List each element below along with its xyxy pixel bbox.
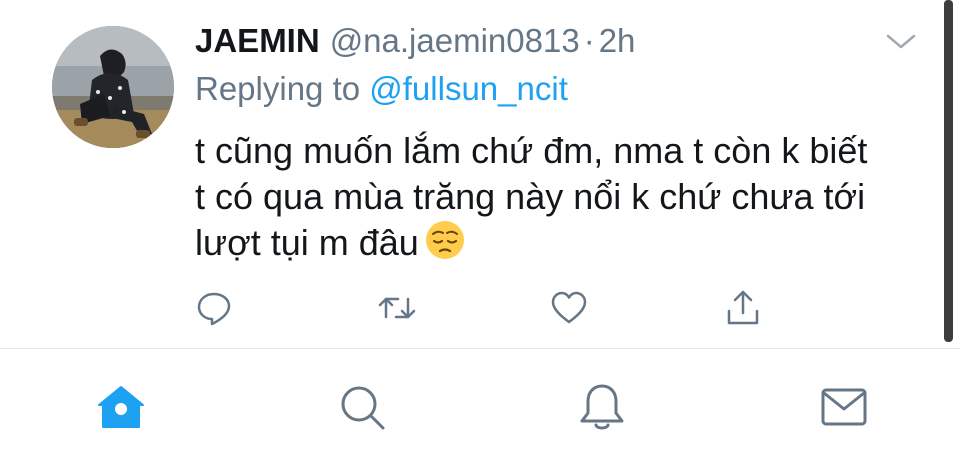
avatar[interactable] [52,26,174,148]
tweet-actions [0,285,960,335]
home-icon[interactable] [93,379,149,435]
replying-to: Replying to @fullsun_ncit [195,70,568,108]
scrollbar[interactable] [944,0,953,342]
retweet-icon[interactable] [374,285,420,331]
messages-icon[interactable] [816,379,872,435]
tweet-text-line: t cũng muốn lắm chứ đm, nma t còn k biết [195,130,868,171]
chevron-down-icon[interactable] [884,32,918,52]
pensive-face-icon [425,220,465,271]
tweet-text-line: t có qua mùa trăng này nổi k chứ chưa tớ… [195,176,866,217]
search-icon[interactable] [334,379,390,435]
timestamp[interactable]: 2h [599,22,636,60]
tweet-text-line-content: lượt tụi m đâu [195,222,419,264]
notifications-icon[interactable] [574,379,630,435]
replying-prefix: Replying to [195,70,370,107]
tweet-text: t cũng muốn lắm chứ đm, nma t còn k biết… [195,128,925,271]
bottom-tab-bar [0,349,960,464]
tweet-header: JAEMIN @na.jaemin0813 · 2h [195,22,635,66]
separator-dot: · [583,22,595,59]
reply-mention-link[interactable]: @fullsun_ncit [369,70,568,107]
reply-icon[interactable] [191,285,237,331]
heart-icon[interactable] [546,285,592,331]
share-icon[interactable] [720,285,766,331]
tweet-text-line: lượt tụi m đâu [195,220,925,271]
user-handle[interactable]: @na.jaemin0813 [330,22,580,60]
display-name[interactable]: JAEMIN [195,22,320,60]
tweet-card[interactable]: JAEMIN @na.jaemin0813 · 2h Replying to @… [0,0,960,348]
